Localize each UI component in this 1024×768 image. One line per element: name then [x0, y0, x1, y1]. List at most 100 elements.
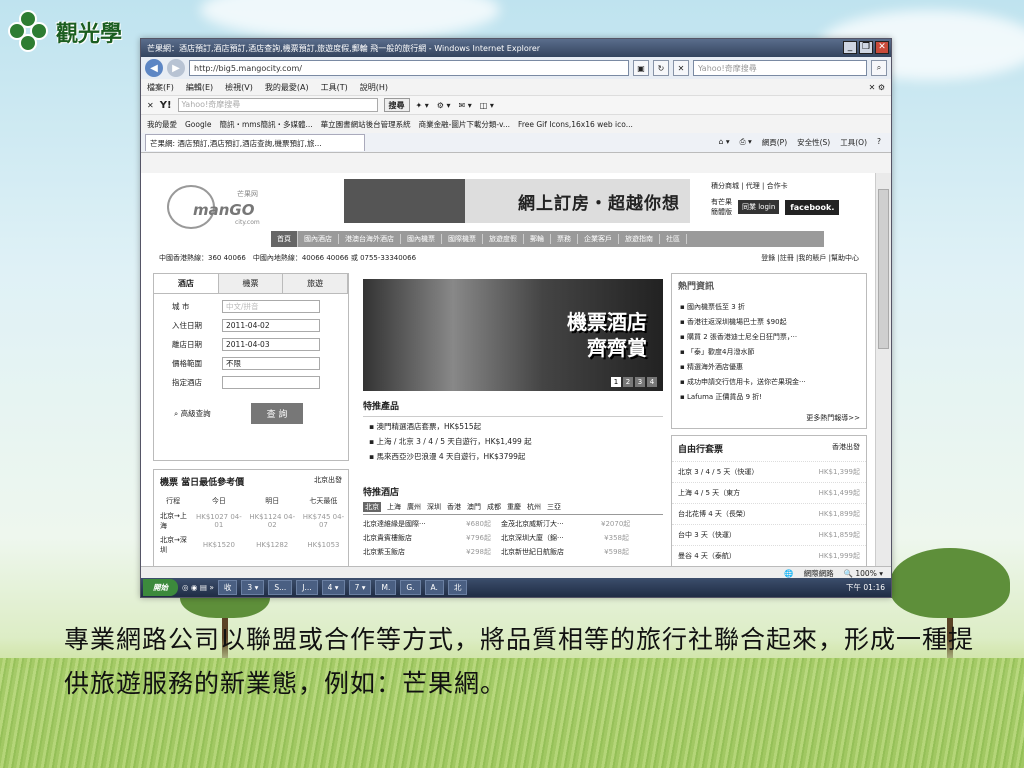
tab-mangocity[interactable]: 芒果網: 酒店預訂,酒店預訂,酒店查詢,機票預訂,旅...	[145, 134, 365, 151]
taskbar-item[interactable]: 收	[217, 580, 238, 595]
list-item[interactable]: ▪ 馬來西亞沙巴浪漫 4 天自遊行，HK$3799起	[369, 451, 663, 462]
taskbar-item[interactable]: 北	[447, 580, 468, 595]
quicklaunch-icons[interactable]: ◎ ◉ ▤ »	[182, 583, 214, 592]
hotel-row[interactable]: 北京紫玉飯店 ¥298起 北京新世紀日航飯店 ¥598起	[363, 547, 663, 557]
taskbar-item[interactable]: G.	[400, 580, 421, 595]
hotel-row[interactable]: 北京貴賓樓飯店 ¥796起 北京深圳大廈（錦··· ¥358起	[363, 533, 663, 543]
package-row[interactable]: 北京 3 / 4 / 5 天（快運） HK$1,399起	[672, 461, 866, 482]
menu-view[interactable]: 檢視(V)	[225, 82, 253, 93]
search-icon[interactable]: ⌕	[871, 60, 887, 76]
taskbar-item[interactable]: 3 ▾	[241, 580, 265, 595]
stop-icon[interactable]: ✕	[673, 60, 689, 76]
url-input[interactable]: http://big5.mangocity.com/	[189, 60, 629, 76]
mango-logo[interactable]: 芒果网 manGO city.com	[163, 181, 273, 233]
nav-guide[interactable]: 旅遊指南	[619, 234, 660, 244]
yahoo-search-input[interactable]: Yahoo!奇摩搜尋	[177, 98, 378, 112]
city-tab[interactable]: 重慶	[507, 502, 521, 512]
nav-overseas-hotels[interactable]: 港澳台海外酒店	[339, 234, 401, 244]
simplified-link[interactable]: 簡體版	[711, 207, 732, 217]
city-tab[interactable]: 成都	[487, 502, 501, 512]
restore-button[interactable]: ❐	[859, 41, 873, 54]
city-tab[interactable]: 杭州	[527, 502, 541, 512]
home-icon[interactable]: ⌂ ▾	[719, 137, 730, 148]
zoom-control[interactable]: 🔍 100% ▾	[844, 569, 883, 578]
translate-icon[interactable]: ✕ ⚙	[869, 83, 885, 92]
checkin-input[interactable]: 2011-04-02	[222, 319, 320, 332]
menu-edit[interactable]: 編輯(E)	[186, 82, 213, 93]
list-item[interactable]: ▪ Lafuma 正價貨品 9 折!	[680, 392, 866, 402]
nav-community[interactable]: 社區	[660, 234, 687, 244]
table-row[interactable]: 北京→上海 HK$1027 04-01 HK$1124 04-02 HK$745…	[154, 509, 348, 533]
taskbar-item[interactable]: S...	[268, 580, 293, 595]
city-tab[interactable]: 三亞	[547, 502, 561, 512]
checkout-input[interactable]: 2011-04-03	[222, 338, 320, 351]
minimize-button[interactable]: _	[843, 41, 857, 54]
login-button[interactable]: 同業 login	[738, 200, 780, 214]
list-item[interactable]: ▪ 國內機票低至 3 折	[680, 302, 866, 312]
menu-tools[interactable]: 工具(T)	[321, 82, 348, 93]
fav-link-finance[interactable]: 商業金融-圖片下載分類-v...	[419, 119, 510, 130]
close-button[interactable]: ✕	[875, 41, 889, 54]
back-button[interactable]: ◀	[145, 59, 163, 77]
nav-intl-flights[interactable]: 國際機票	[442, 234, 483, 244]
yahoo-logo[interactable]: Y!	[160, 100, 172, 111]
nav-tickets[interactable]: 票務	[551, 234, 578, 244]
advanced-search-link[interactable]: ⌕ 高級查詢	[174, 408, 211, 419]
refresh-icon[interactable]: ↻	[653, 60, 669, 76]
taskbar-item[interactable]: M.	[375, 580, 397, 595]
city-tab[interactable]: 廣州	[407, 502, 421, 512]
menu-help[interactable]: 說明(H)	[360, 82, 388, 93]
table-row[interactable]: 北京→深圳 HK$1520 HK$1282 HK$1053	[154, 533, 348, 557]
tools-menu[interactable]: 工具(O)	[840, 137, 867, 148]
city-tab[interactable]: 上海	[387, 502, 401, 512]
package-row[interactable]: 台中 3 天（快運） HK$1,859起	[672, 524, 866, 545]
forward-button[interactable]: ▶	[167, 59, 185, 77]
promo-page-4[interactable]: 4	[647, 377, 657, 387]
toolbar-tools-icons[interactable]: ✦ ▾ ⚙ ▾ ✉ ▾ ◫ ▾	[416, 100, 494, 111]
city-tab[interactable]: 北京	[363, 502, 381, 512]
compat-view-icon[interactable]: ▣	[633, 60, 649, 76]
search-input[interactable]: Yahoo!奇摩搜尋	[693, 60, 867, 76]
list-item[interactable]: ▪ 香港往返深圳機場巴士票 $90起	[680, 317, 866, 327]
hotel-row[interactable]: 北京達維緣是國際··· ¥680起 金茂北京威斯汀大··· ¥2070起	[363, 519, 663, 529]
list-item[interactable]: ▪ 「泰」歡度4月潑水節	[680, 347, 866, 357]
city-input[interactable]: 中文/拼音	[222, 300, 320, 313]
tab-flight[interactable]: 機票	[218, 274, 284, 293]
mobile-link[interactable]: 有芒果	[711, 197, 732, 207]
city-tab[interactable]: 香港	[447, 502, 461, 512]
close-toolbar-icon[interactable]: ✕	[147, 101, 154, 110]
safety-menu[interactable]: 安全性(S)	[797, 137, 830, 148]
nav-domestic-flights[interactable]: 國內機票	[401, 234, 442, 244]
nav-cruise[interactable]: 郵輪	[524, 234, 551, 244]
list-item[interactable]: ▪ 澳門精選酒店套票，HK$515起	[369, 421, 663, 432]
vertical-scrollbar[interactable]	[875, 173, 891, 566]
system-clock[interactable]: 下午 01:16	[846, 582, 891, 593]
promo-page-2[interactable]: 2	[623, 377, 633, 387]
more-news-link[interactable]: 更多熱門報導>>	[806, 413, 860, 423]
window-titlebar[interactable]: 芒果網：酒店預訂,酒店預訂,酒店查詢,機票預訂,旅遊度假,郵輪 飛一般的旅行網 …	[141, 39, 891, 57]
facebook-button[interactable]: facebook.	[785, 199, 840, 215]
departure-select[interactable]: 北京出發	[314, 475, 342, 488]
taskbar-item[interactable]: 4 ▾	[321, 580, 345, 595]
fav-link-google[interactable]: Google	[185, 120, 211, 129]
start-button[interactable]: 開始	[143, 579, 178, 596]
list-item[interactable]: ▪ 上海 / 北京 3 / 4 / 5 天自遊行，HK$1,499 起	[369, 436, 663, 447]
fav-link-sms[interactable]: 簡訊・mms簡訊・多媒體...	[219, 119, 312, 130]
menu-favorites[interactable]: 我的最愛(A)	[265, 82, 309, 93]
city-tab[interactable]: 澳門	[467, 502, 481, 512]
taskbar-item[interactable]: J...	[296, 580, 318, 595]
promo-banner[interactable]: 機票酒店 齊齊賞 1 2 3 4	[363, 279, 663, 391]
tab-travel[interactable]: 旅遊	[283, 274, 349, 293]
page-menu[interactable]: 網頁(P)	[762, 137, 787, 148]
print-icon[interactable]: ⎙ ▾	[740, 137, 752, 148]
price-select[interactable]: 不限	[222, 357, 320, 370]
nav-corporate[interactable]: 企業客戶	[578, 234, 619, 244]
query-button[interactable]: 查 詢	[250, 403, 304, 424]
yahoo-search-button[interactable]: 搜尋	[383, 98, 410, 112]
promo-page-3[interactable]: 3	[635, 377, 645, 387]
hotel-input[interactable]	[222, 376, 320, 389]
nav-holidays[interactable]: 旅遊度假	[483, 234, 524, 244]
nav-home[interactable]: 首頁	[271, 231, 298, 247]
package-row[interactable]: 曼谷 4 天（泰航） HK$1,999起	[672, 545, 866, 566]
help-icon[interactable]: ?	[877, 137, 881, 148]
